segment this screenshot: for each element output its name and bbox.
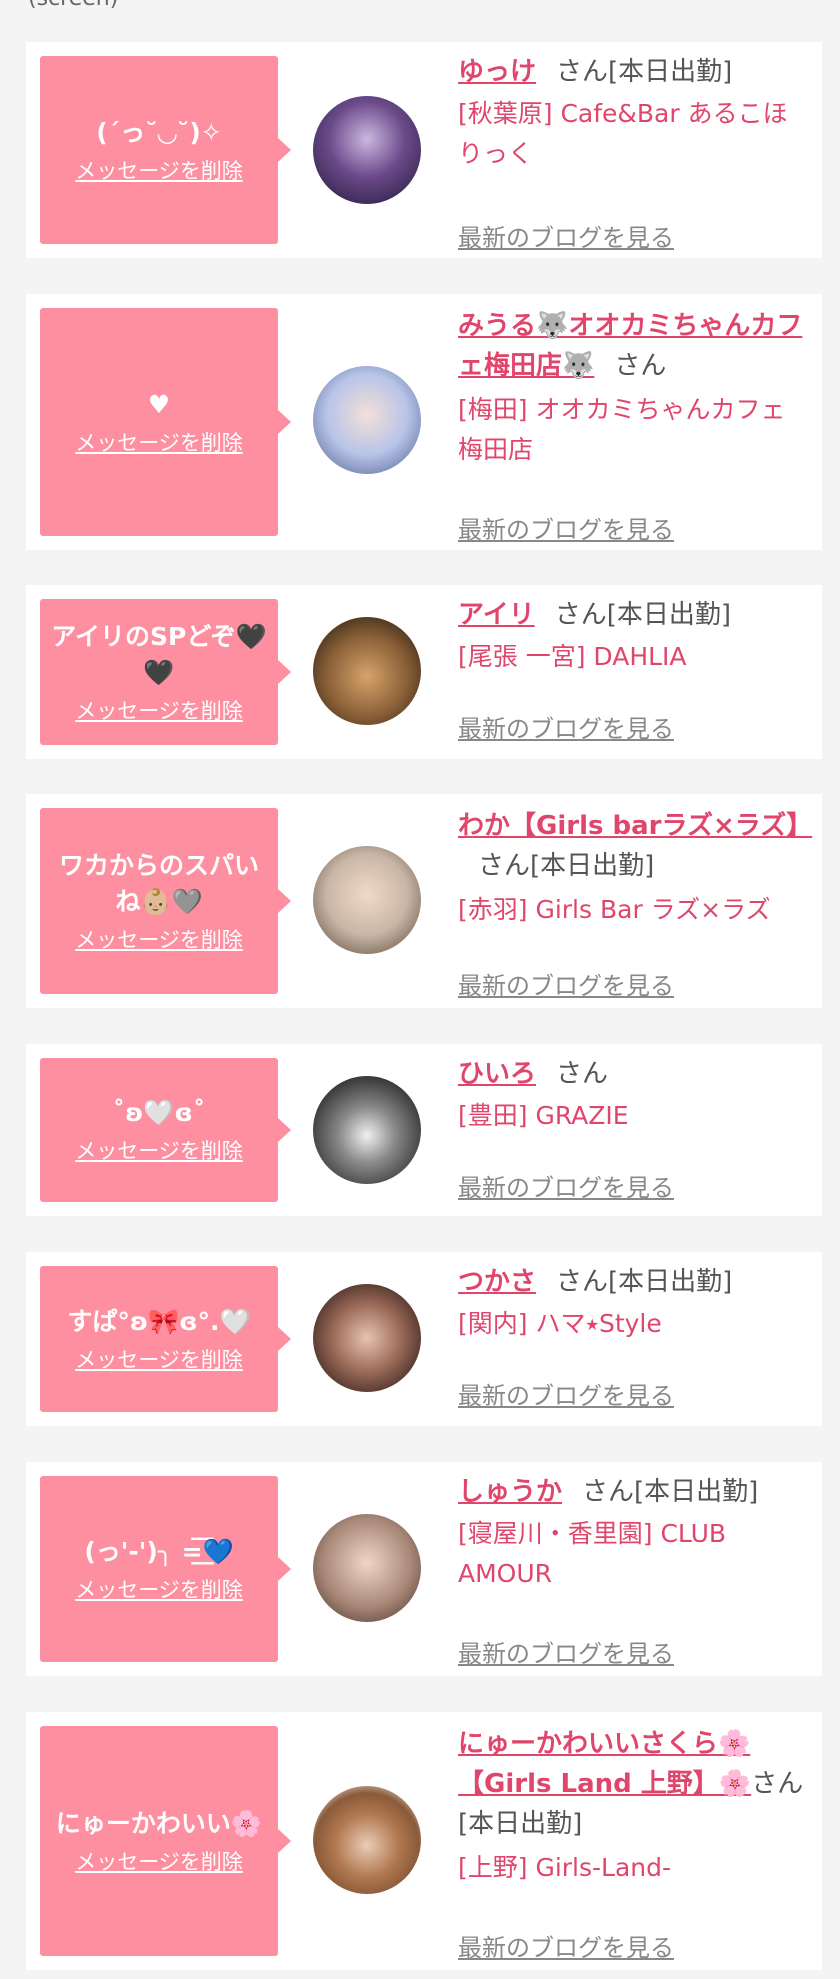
message-card: ˚ʚ🤍ɞ˚ メッセージを削除 ひいろ さん [豊田] GRAZIE 最新のブログを… xyxy=(26,1044,822,1216)
cast-info: みうる🐺オオカミちゃんカフェ梅田店🐺 さん [梅田] オオカミちゃんカフェ梅田店 … xyxy=(458,306,808,544)
message-text: アイリのSPどぞ🖤🖤 xyxy=(51,622,267,687)
delete-message-link[interactable]: メッセージを削除 xyxy=(75,1576,243,1604)
latest-blog-link[interactable]: 最新のブログを見る xyxy=(458,1376,674,1411)
cast-suffix: さん xyxy=(556,1059,609,1089)
cast-suffix: さん[本日出勤] xyxy=(556,57,733,87)
message-bubble: にゅーかわいい🌸 メッセージを削除 xyxy=(40,1726,291,1956)
cast-suffix: さん xyxy=(614,351,667,381)
shop-name: [寝屋川・香里園] CLUB AMOUR xyxy=(458,1519,727,1588)
latest-blog-link[interactable]: 最新のブログを見る xyxy=(458,1634,674,1669)
cast-suffix: さん[本日出勤] xyxy=(582,1477,759,1507)
header-partial-text: (screen) xyxy=(28,0,118,11)
cast-name-link[interactable]: アイリ xyxy=(458,600,535,630)
shop-name: [秋葉原] Cafe&Bar あるこほりっく xyxy=(458,99,788,168)
message-text: すぱ°ʚ🎀ɞ°.🤍 xyxy=(67,1307,251,1336)
shop-name: [尾張 一宮] DAHLIA xyxy=(458,642,687,671)
shop-name: [豊田] GRAZIE xyxy=(458,1101,629,1130)
cast-suffix: さん[本日出勤] xyxy=(554,600,731,630)
delete-message-link[interactable]: メッセージを削除 xyxy=(75,429,243,457)
latest-blog-link[interactable]: 最新のブログを見る xyxy=(458,709,674,744)
message-card: すぱ°ʚ🎀ɞ°.🤍 メッセージを削除 つかさ さん[本日出勤] [関内] ハマ⭑S… xyxy=(26,1252,822,1426)
header-partial: (screen) xyxy=(0,0,840,11)
message-text: ワカからのスパいね👶🏼🩶 xyxy=(58,851,259,916)
message-card: (っ'-')╮ =͟͟͞͞💙 メッセージを削除 しゅうか さん[本日出勤] [寝屋… xyxy=(26,1462,822,1676)
avatar[interactable] xyxy=(313,1076,421,1184)
avatar[interactable] xyxy=(313,1284,421,1392)
cast-info: ひいろ さん [豊田] GRAZIE 最新のブログを見る xyxy=(458,1056,808,1202)
cast-suffix: さん[本日出勤] xyxy=(478,851,655,881)
cast-suffix: さん[本日出勤] xyxy=(556,1267,733,1297)
delete-message-link[interactable]: メッセージを削除 xyxy=(75,1346,243,1374)
message-text: にゅーかわいい🌸 xyxy=(55,1809,263,1838)
latest-blog-link[interactable]: 最新のブログを見る xyxy=(458,1168,674,1203)
cast-name-link[interactable]: しゅうか xyxy=(458,1477,562,1507)
message-text: (っ'-')╮ =͟͟͞͞💙 xyxy=(84,1537,234,1566)
shop-name: [上野] Girls-Land- xyxy=(458,1853,672,1882)
message-text: ˚ʚ🤍ɞ˚ xyxy=(112,1098,206,1127)
latest-blog-link[interactable]: 最新のブログを見る xyxy=(458,966,674,1001)
avatar[interactable] xyxy=(313,366,421,474)
cast-name-link[interactable]: ひいろ xyxy=(458,1059,536,1089)
cast-name-link[interactable]: ゆっけ xyxy=(458,57,536,87)
cast-info: しゅうか さん[本日出勤] [寝屋川・香里園] CLUB AMOUR 最新のブログ… xyxy=(458,1474,808,1668)
message-bubble: すぱ°ʚ🎀ɞ°.🤍 メッセージを削除 xyxy=(40,1266,291,1412)
delete-message-link[interactable]: メッセージを削除 xyxy=(75,697,243,725)
avatar[interactable] xyxy=(313,1786,421,1894)
message-card: ワカからのスパいね👶🏼🩶 メッセージを削除 わか【Girls barラズ×ラズ】… xyxy=(26,794,822,1008)
delete-message-link[interactable]: メッセージを削除 xyxy=(75,926,243,954)
cast-info: ゆっけ さん[本日出勤] [秋葉原] Cafe&Bar あるこほりっく 最新のブロ… xyxy=(458,54,808,252)
delete-message-link[interactable]: メッセージを削除 xyxy=(75,1848,243,1876)
message-bubble: ˚ʚ🤍ɞ˚ メッセージを削除 xyxy=(40,1058,291,1202)
message-card: にゅーかわいい🌸 メッセージを削除 にゅーかわいいさくら🌸【Girls Land… xyxy=(26,1712,822,1970)
delete-message-link[interactable]: メッセージを削除 xyxy=(75,157,243,185)
latest-blog-link[interactable]: 最新のブログを見る xyxy=(458,510,674,545)
delete-message-link[interactable]: メッセージを削除 xyxy=(75,1137,243,1165)
cast-name-link[interactable]: にゅーかわいいさくら🌸【Girls Land 上野】🌸 xyxy=(458,1729,751,1799)
cast-info: アイリ さん[本日出勤] [尾張 一宮] DAHLIA 最新のブログを見る xyxy=(458,597,808,743)
shop-name: [関内] ハマ⭑Style xyxy=(458,1309,662,1338)
message-bubble: (´っ˘◡˘)✧ メッセージを削除 xyxy=(40,56,291,244)
message-text: ♥ xyxy=(147,390,171,419)
message-bubble: (っ'-')╮ =͟͟͞͞💙 メッセージを削除 xyxy=(40,1476,291,1662)
cast-info: わか【Girls barラズ×ラズ】さん[本日出勤] [赤羽] Girls Ba… xyxy=(458,806,812,1000)
message-card: ♥ メッセージを削除 みうる🐺オオカミちゃんカフェ梅田店🐺 さん [梅田] オオカ… xyxy=(26,294,822,550)
shop-name: [赤羽] Girls Bar ラズ×ラズ xyxy=(458,895,771,924)
avatar[interactable] xyxy=(313,96,421,204)
cast-info: にゅーかわいいさくら🌸【Girls Land 上野】🌸さん[本日出勤] [上野]… xyxy=(458,1724,808,1962)
avatar[interactable] xyxy=(313,1514,421,1622)
avatar[interactable] xyxy=(313,617,421,725)
latest-blog-link[interactable]: 最新のブログを見る xyxy=(458,218,674,253)
message-card: アイリのSPどぞ🖤🖤 メッセージを削除 アイリ さん[本日出勤] [尾張 一宮] … xyxy=(26,585,822,759)
message-text: (´っ˘◡˘)✧ xyxy=(96,118,222,147)
message-bubble: ワカからのスパいね👶🏼🩶 メッセージを削除 xyxy=(40,808,291,994)
cast-info: つかさ さん[本日出勤] [関内] ハマ⭑Style 最新のブログを見る xyxy=(458,1264,808,1410)
shop-name: [梅田] オオカミちゃんカフェ梅田店 xyxy=(458,395,786,464)
message-bubble: ♥ メッセージを削除 xyxy=(40,308,291,536)
message-bubble: アイリのSPどぞ🖤🖤 メッセージを削除 xyxy=(40,599,291,745)
cast-name-link[interactable]: わか【Girls barラズ×ラズ】 xyxy=(458,811,812,841)
latest-blog-link[interactable]: 最新のブログを見る xyxy=(458,1928,674,1963)
cast-name-link[interactable]: つかさ xyxy=(458,1267,536,1297)
message-card: (´っ˘◡˘)✧ メッセージを削除 ゆっけ さん[本日出勤] [秋葉原] Cafe… xyxy=(26,42,822,258)
avatar[interactable] xyxy=(313,846,421,954)
